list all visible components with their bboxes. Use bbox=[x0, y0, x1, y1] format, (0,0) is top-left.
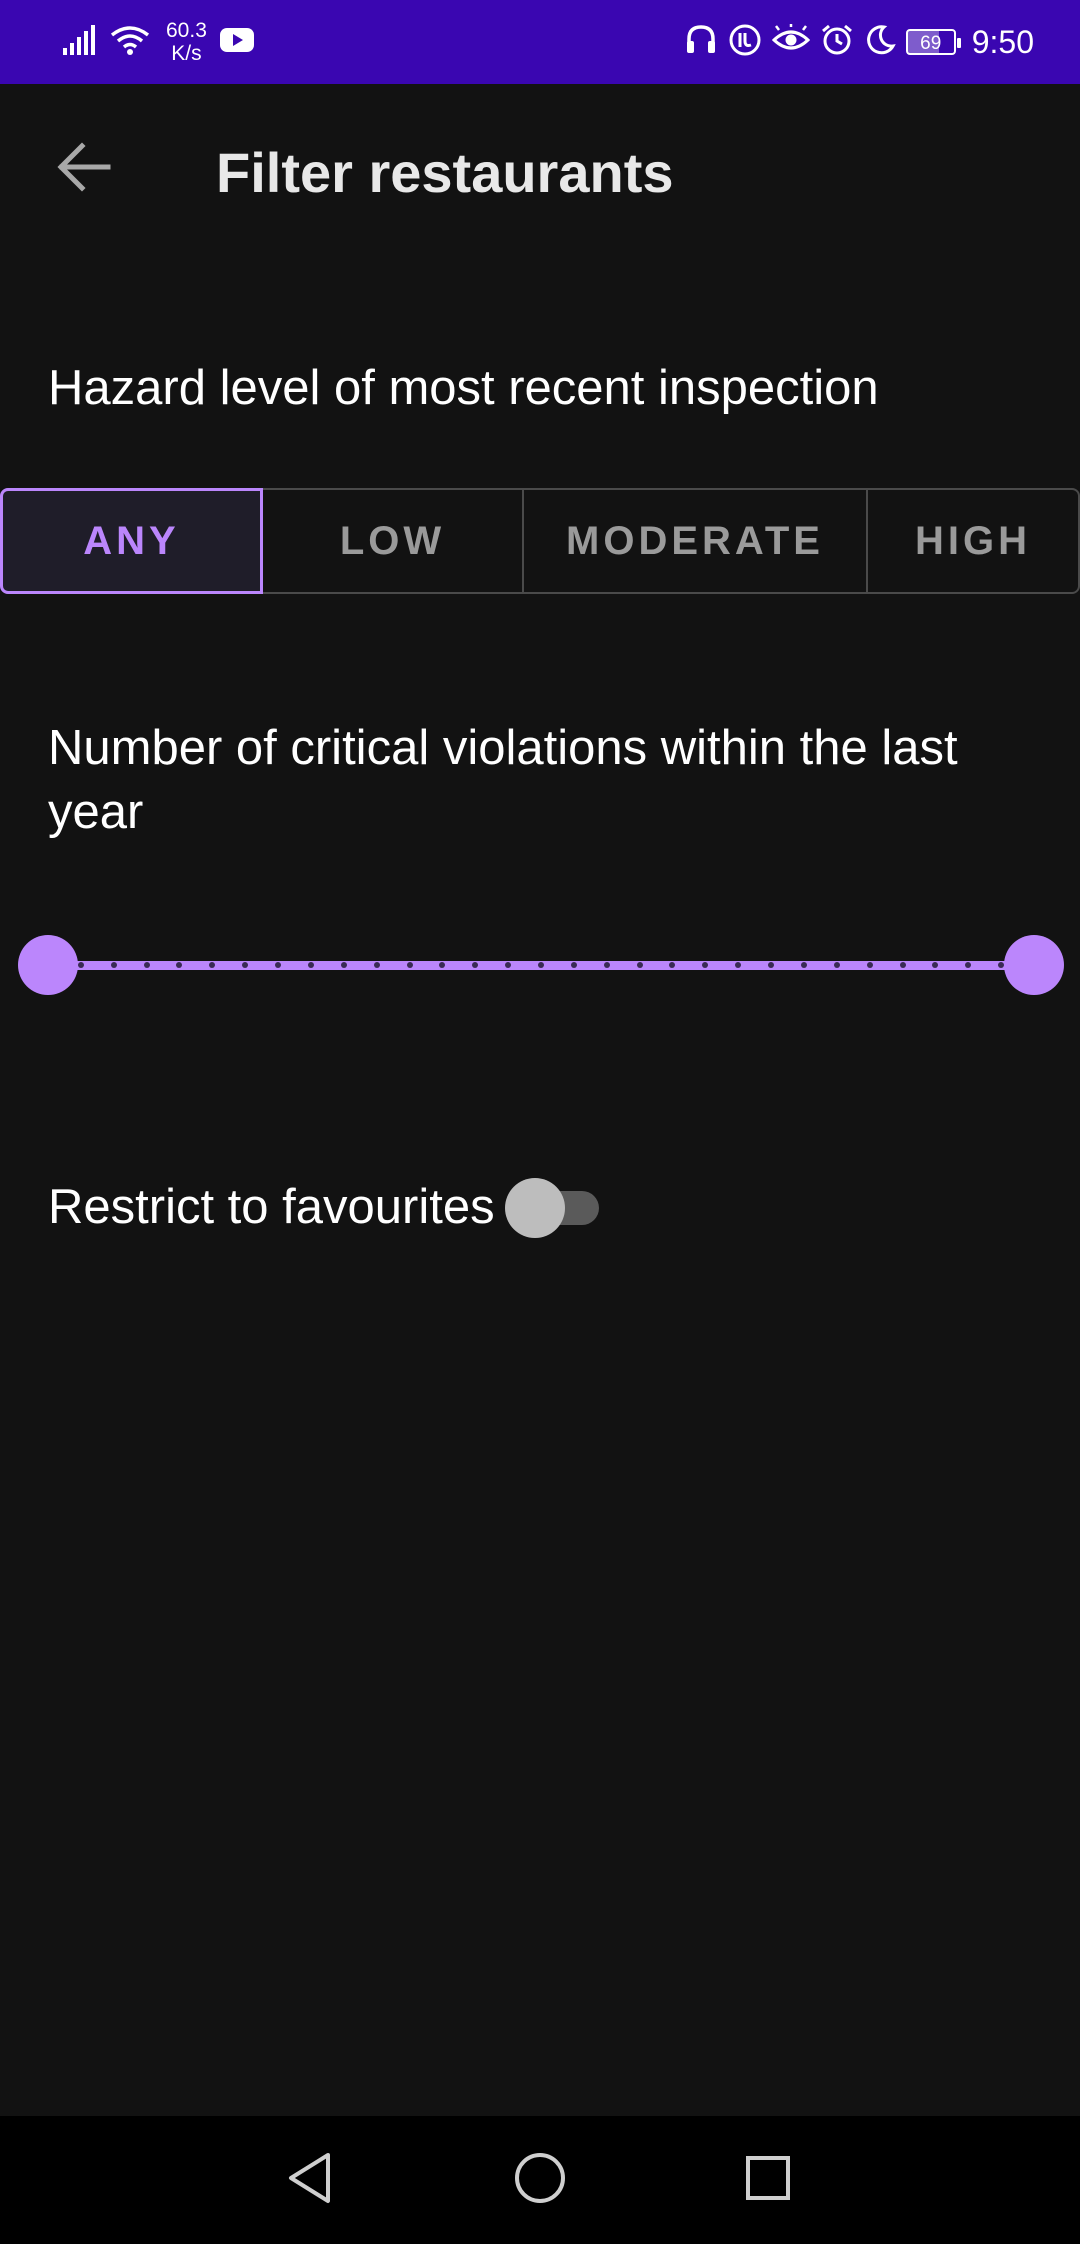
slider-tick bbox=[866, 962, 873, 968]
status-bar: 60.3 K/s 69 9:50 bbox=[0, 0, 1080, 84]
signal-icon bbox=[62, 24, 98, 61]
favourites-label: Restrict to favourites bbox=[48, 1180, 495, 1234]
network-speed: 60.3 K/s bbox=[166, 19, 207, 65]
slider-ticks bbox=[48, 932, 1034, 998]
alarm-icon bbox=[820, 23, 854, 62]
slider-tick bbox=[899, 962, 906, 968]
hazard-option-low[interactable]: LOW bbox=[263, 488, 524, 594]
back-triangle-icon bbox=[284, 2150, 336, 2211]
slider-tick bbox=[77, 962, 84, 968]
hazard-level-label: Hazard level of most recent inspection bbox=[48, 361, 879, 415]
nav-home-button[interactable] bbox=[504, 2144, 576, 2216]
slider-tick bbox=[800, 962, 807, 968]
status-time: 9:50 bbox=[971, 23, 1034, 60]
violations-label-line2: year bbox=[48, 785, 144, 839]
home-circle-icon bbox=[512, 2150, 568, 2211]
slider-tick bbox=[636, 962, 643, 968]
recents-square-icon bbox=[743, 2153, 793, 2208]
slider-tick bbox=[538, 962, 544, 968]
system-nav-bar bbox=[0, 2116, 1080, 2244]
violations-label: Number of critical violations within the… bbox=[48, 716, 958, 844]
slider-tick bbox=[735, 962, 742, 968]
slider-tick bbox=[702, 962, 709, 968]
battery-icon: 69 bbox=[905, 29, 961, 55]
back-button[interactable] bbox=[44, 136, 124, 202]
network-speed-value: 60.3 bbox=[166, 19, 207, 42]
battery-level: 69 bbox=[920, 33, 942, 54]
slider-tick bbox=[176, 962, 183, 968]
slider-tick bbox=[505, 962, 512, 968]
slider-thumb-start[interactable] bbox=[18, 935, 78, 995]
favourites-switch[interactable] bbox=[504, 1177, 601, 1238]
status-bar-right: 69 9:50 bbox=[684, 0, 1034, 84]
network-speed-unit: K/s bbox=[171, 42, 202, 65]
violations-range-slider[interactable] bbox=[16, 932, 1066, 998]
app-bar: Filter restaurants bbox=[0, 84, 1080, 254]
youtube-icon bbox=[219, 26, 255, 59]
slider-tick bbox=[932, 962, 939, 968]
slider-tick bbox=[373, 962, 380, 968]
nav-back-button[interactable] bbox=[274, 2144, 346, 2216]
slider-tick bbox=[110, 962, 117, 968]
slider-tick bbox=[209, 962, 216, 968]
page-title: Filter restaurants bbox=[216, 141, 674, 204]
eye-icon bbox=[771, 23, 810, 61]
data-saver-icon bbox=[728, 23, 762, 62]
slider-tick bbox=[833, 962, 840, 968]
favourites-row: Restrict to favourites bbox=[48, 1170, 601, 1244]
slider-tick bbox=[275, 962, 282, 968]
slider-tick bbox=[603, 962, 610, 968]
slider-tick bbox=[439, 962, 446, 968]
headset-icon bbox=[684, 24, 718, 61]
hazard-option-high[interactable]: HIGH bbox=[868, 488, 1080, 594]
status-bar-left: 60.3 K/s bbox=[62, 0, 255, 84]
nav-recents-button[interactable] bbox=[732, 2144, 804, 2216]
moon-icon bbox=[864, 24, 896, 61]
slider-tick bbox=[406, 962, 413, 968]
arrow-left-icon bbox=[56, 141, 112, 197]
slider-tick bbox=[242, 962, 249, 968]
violations-label-line1: Number of critical violations within the… bbox=[48, 721, 958, 775]
switch-thumb bbox=[504, 1178, 565, 1238]
slider-tick bbox=[768, 962, 775, 968]
slider-tick bbox=[570, 962, 577, 968]
slider-tick bbox=[669, 962, 676, 968]
slider-tick bbox=[340, 962, 347, 968]
hazard-option-any[interactable]: ANY bbox=[0, 488, 263, 594]
slider-tick bbox=[143, 962, 150, 968]
slider-thumb-end[interactable] bbox=[1004, 935, 1064, 995]
hazard-level-toggle-group: ANY LOW MODERATE HIGH bbox=[0, 488, 1080, 594]
slider-tick bbox=[307, 962, 314, 968]
slider-tick bbox=[472, 962, 479, 968]
hazard-option-moderate[interactable]: MODERATE bbox=[524, 488, 868, 594]
slider-tick bbox=[965, 962, 972, 968]
wifi-icon bbox=[110, 24, 150, 61]
